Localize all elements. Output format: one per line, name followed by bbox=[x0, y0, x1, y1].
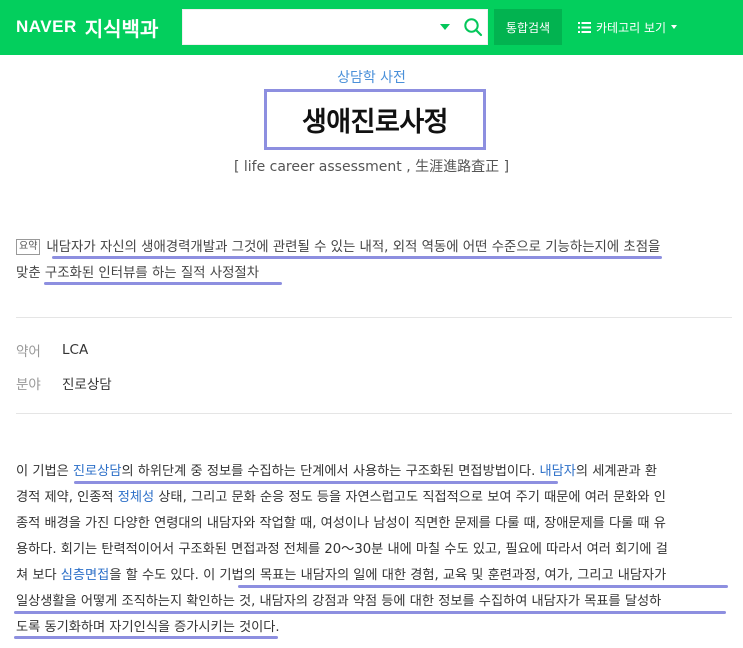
body-text: 이 기법은 bbox=[16, 464, 73, 479]
search-input[interactable] bbox=[183, 10, 433, 44]
body-text: 의 하위단계 중 정보를 수집하는 단계에서 사용하는 구조화된 면접방법이다. bbox=[121, 464, 540, 479]
page-title: 생애진로사정 bbox=[301, 107, 449, 138]
body-underline-2 bbox=[238, 585, 728, 588]
body-text: 경적 제약, 인종적 bbox=[16, 490, 118, 505]
info-value: LCA bbox=[62, 342, 89, 358]
body-line-2: 경적 제약, 인종적 정체성 상태, 그리고 문화 순응 정도 등을 자연스럽고… bbox=[16, 485, 732, 511]
total-search-button[interactable]: 통합검색 bbox=[494, 9, 562, 45]
list-icon bbox=[578, 21, 591, 33]
term-link[interactable]: 심층면접 bbox=[61, 568, 110, 583]
autocomplete-toggle-icon[interactable] bbox=[440, 24, 450, 30]
body-text: 의 세계관과 환 bbox=[575, 464, 658, 479]
body-underline-4 bbox=[14, 636, 278, 639]
service-name[interactable]: 지식백과 bbox=[85, 13, 159, 42]
body-text: 상태, 그리고 문화 순응 정도 등을 자연스럽고도 직접적으로 보여 주기 때… bbox=[154, 490, 666, 505]
term-link[interactable]: 내담자 bbox=[539, 464, 575, 479]
body-underline-1 bbox=[74, 481, 558, 484]
top-header: NAVER 지식백과 통합검색 카테고리 보기 bbox=[0, 0, 743, 55]
summary-section: 요약 내담자가 자신의 생애경력개발과 그것에 관련될 수 있는 내적, 외적 역… bbox=[16, 235, 728, 287]
info-label: 약어 bbox=[16, 344, 41, 360]
divider-bottom bbox=[16, 413, 732, 414]
chevron-down-icon bbox=[671, 25, 678, 29]
summary-badge: 요약 bbox=[16, 239, 41, 255]
term-link[interactable]: 정체성 bbox=[118, 490, 154, 505]
body-text: 쳐 보다 bbox=[16, 568, 61, 583]
body-underline-3 bbox=[14, 611, 726, 614]
dictionary-link[interactable]: 상담학 사전 bbox=[0, 67, 743, 87]
info-value: 진로상담 bbox=[62, 377, 112, 393]
naver-logo[interactable]: NAVER bbox=[16, 17, 77, 37]
divider-top bbox=[16, 317, 732, 318]
search-icon[interactable] bbox=[463, 17, 483, 37]
page-subtitle: [ life career assessment , 生涯進路査正 ] bbox=[233, 159, 510, 175]
category-label: 카테고리 보기 bbox=[596, 20, 667, 35]
summary-underline-2 bbox=[44, 282, 282, 285]
info-row-field: 분야 진로상담 bbox=[16, 373, 112, 393]
summary-text-1: 내담자가 자신의 생애경력개발과 그것에 관련될 수 있는 내적, 외적 역동에… bbox=[46, 240, 661, 255]
search-box bbox=[182, 9, 488, 45]
brand-logo[interactable]: NAVER 지식백과 bbox=[16, 13, 158, 41]
category-view-button[interactable]: 카테고리 보기 bbox=[578, 17, 678, 37]
body-line-3: 종적 배경을 가진 다양한 연령대의 내담자와 작업할 때, 여성이나 남성이 … bbox=[16, 516, 666, 531]
body-text: 을 할 수도 있다. 이 기법의 목표는 내담자의 일에 대한 경험, 교육 및… bbox=[109, 568, 667, 583]
summary-underline-1 bbox=[52, 256, 662, 259]
info-row-abbr: 약어 LCA bbox=[16, 340, 88, 360]
title-highlight-box: 생애진로사정 bbox=[264, 89, 486, 150]
info-label: 분야 bbox=[16, 377, 41, 393]
body-line-4: 용하다. 회기는 탄력적이어서 구조화된 면접과정 전체를 20～30분 내에 … bbox=[16, 542, 668, 557]
term-link[interactable]: 진로상담 bbox=[73, 464, 122, 479]
